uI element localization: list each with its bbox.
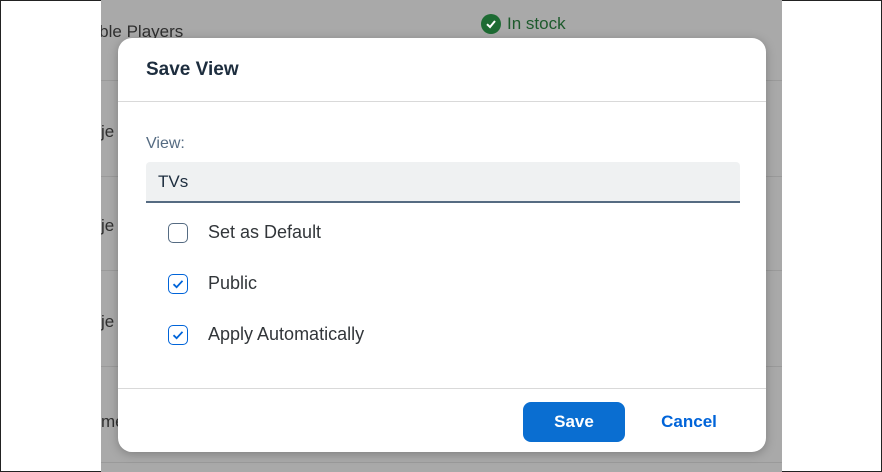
checkmark-icon [172, 279, 184, 288]
stock-status: In stock [481, 14, 566, 34]
apply-automatically-checkbox[interactable]: Apply Automatically [168, 324, 364, 345]
public-checkbox[interactable]: Public [168, 273, 257, 294]
checkbox-box[interactable] [168, 273, 188, 294]
checkbox-box[interactable] [168, 222, 188, 243]
view-field-label: View: [146, 135, 185, 152]
save-button[interactable]: Save [523, 402, 625, 442]
save-view-dialog: Save View View: Set as Default Public Ap… [118, 38, 766, 452]
table-row-fragment: je [101, 122, 115, 141]
view-name-input[interactable] [146, 162, 740, 203]
checkmark-icon [172, 330, 184, 339]
checkbox-box[interactable] [168, 324, 188, 345]
check-circle-icon [481, 14, 501, 34]
table-row-fragment: je [101, 312, 115, 331]
dialog-header: Save View [118, 38, 766, 102]
table-row-fragment: je [101, 216, 115, 235]
cancel-button[interactable]: Cancel [638, 402, 740, 442]
dialog-title: Save View [146, 58, 239, 80]
checkbox-label: Apply Automatically [208, 324, 365, 344]
checkbox-label: Public [208, 273, 258, 293]
stock-status-label: In stock [507, 14, 566, 33]
table-row-divider [101, 462, 782, 463]
set-as-default-checkbox[interactable]: Set as Default [168, 222, 321, 243]
checkbox-label: Set as Default [208, 222, 322, 242]
dialog-footer: Save Cancel [118, 388, 766, 452]
